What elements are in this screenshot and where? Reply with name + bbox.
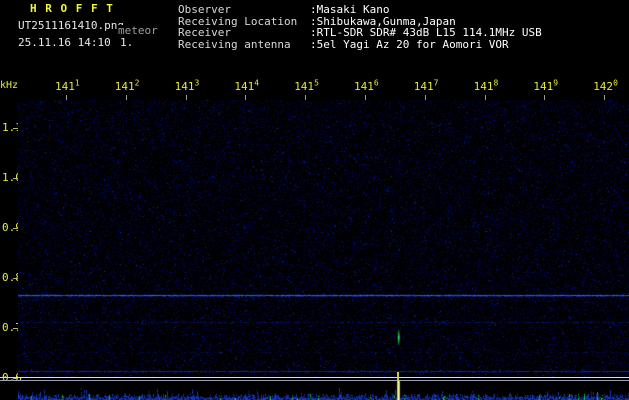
x-tick-label: 1412	[114, 78, 140, 93]
mode-label: meteor	[117, 24, 158, 37]
spectrogram-canvas	[18, 100, 629, 377]
app-title: H R O F F T	[30, 2, 114, 15]
datetime-label: 25.11.16 14:10	[18, 36, 111, 49]
station-field-label: Receiving antenna	[178, 38, 291, 52]
event-marker-tick	[397, 372, 399, 381]
x-tick-label: 1420	[593, 78, 618, 93]
x-tick-label: 1419	[533, 78, 559, 93]
output-filename: UT2511161410.png	[18, 19, 124, 32]
x-tick-label: 1415	[294, 78, 319, 93]
x-tick-label: 1418	[473, 78, 499, 93]
image-counter: 1.	[120, 36, 134, 49]
x-tick-label: 1417	[413, 78, 439, 93]
station-field-value: :5el Yagi Az 20 for Aomori VOR	[310, 38, 509, 52]
x-tick-label: 1416	[354, 78, 379, 93]
y-axis-unit-label: kHz	[0, 80, 19, 91]
x-tick-label: 1414	[234, 78, 260, 93]
station-field-label: Observer	[178, 3, 231, 16]
hrofft-spectrogram-window: H R O F F T UT2511161410.png meteor 25.1…	[0, 0, 629, 400]
x-tick-label: 1411	[55, 78, 80, 93]
x-tick-label: 1413	[174, 78, 200, 93]
y-tick-mark	[13, 378, 18, 379]
station-field-value: :Masaki Kano	[310, 3, 390, 16]
signal-level-strip-canvas	[18, 381, 629, 400]
separator-line-top	[0, 377, 629, 378]
